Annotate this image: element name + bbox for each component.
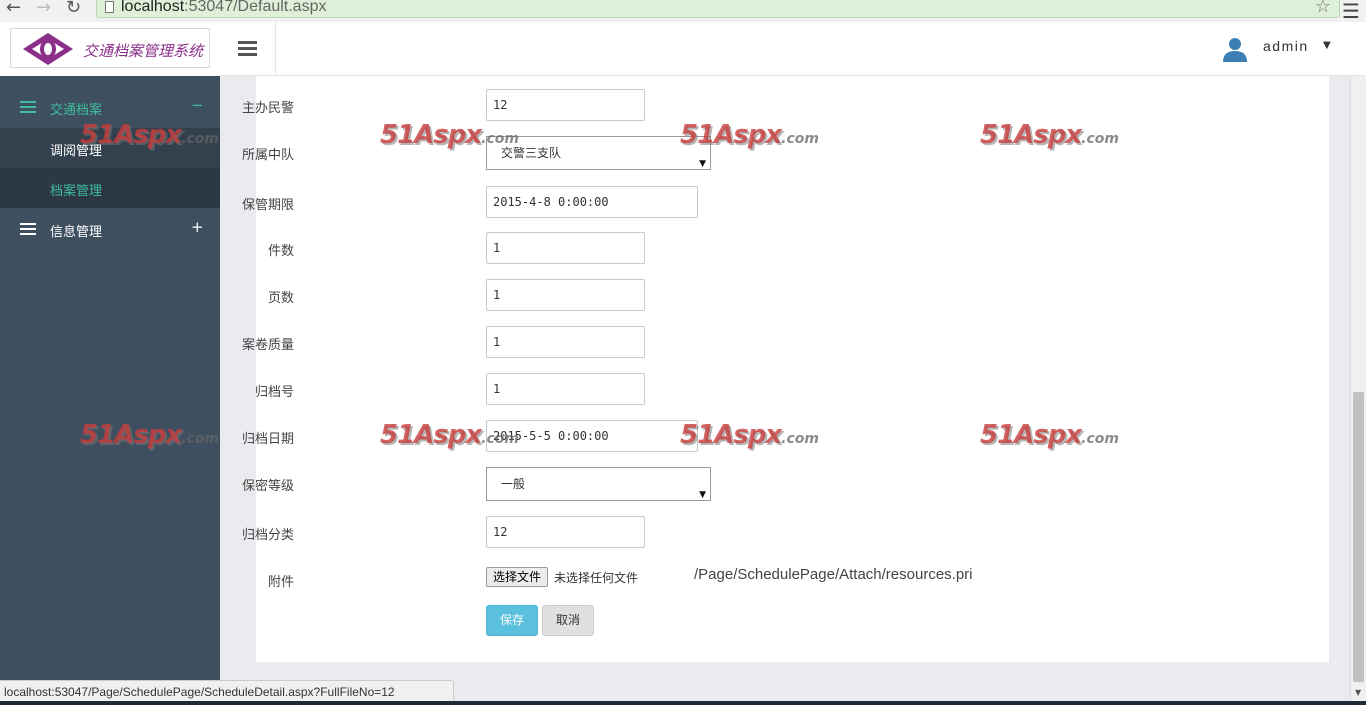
sidebar: 交通档案 − 调阅管理 档案管理 信息管理 + [0,76,220,705]
form-row-security: 保密等级 一般 ▼ [242,467,1156,501]
attachment-path: /Page/SchedulePage/Attach/resources.pri [694,566,973,583]
logo-text: 交通档案管理系统 [83,42,204,60]
sidebar-group-traffic-archive[interactable]: 交通档案 − [0,86,220,128]
form-row-squadron: 所属中队 交警三支队 ▼ [242,136,1156,170]
sidebar-item-label: 调阅管理 [50,144,103,159]
scroll-down-icon[interactable]: ▼ [1355,688,1361,697]
forward-arrow-icon[interactable]: → [36,0,51,18]
logo[interactable]: 交通档案管理系统 [10,28,210,68]
dropdown-arrow-icon: ▼ [699,490,706,500]
user-avatar-icon [1223,38,1247,62]
star-icon[interactable]: ☆ [1315,0,1331,17]
officer-input[interactable]: 12 [486,89,645,121]
list-icon [20,101,36,113]
taskbar [0,701,1366,705]
archive-number-input[interactable]: 1 [486,373,645,405]
url-rest: :53047/Default.aspx [184,0,327,15]
sidebar-item-borrow-management[interactable]: 调阅管理 [0,128,220,168]
form-row-pages: 页数 1 [256,279,1156,313]
page-scrollbar[interactable]: ▼ [1350,76,1366,705]
piece-count-input[interactable]: 1 [486,232,645,264]
choose-file-button[interactable]: 选择文件 [486,567,549,587]
reload-icon[interactable]: ↻ [66,0,81,18]
collapse-icon: − [191,96,204,114]
form-row-count: 件数 1 [256,232,1156,266]
form-row-quality: 案卷质量 1 [242,326,1156,360]
field-label: 归档日期 [241,432,294,447]
expand-icon: + [191,218,204,236]
file-status: 未选择任何文件 [554,571,639,585]
field-label: 保管期限 [241,198,294,213]
browser-status-bar: localhost:53047/Page/SchedulePage/Schedu… [0,680,454,702]
url-host: localhost [121,0,185,15]
sidebar-item-label: 档案管理 [50,184,103,199]
url-text: localhost:53047/Default.aspx [121,0,326,15]
hamburger-bar [238,41,257,44]
hamburger-bar [238,53,257,56]
status-url: localhost:53047/Page/SchedulePage/Schedu… [4,685,395,699]
address-bar[interactable]: localhost:53047/Default.aspx ☆ [96,0,1340,18]
main-content: 主办民警 12 所属中队 交警三支队 ▼ 保管期限 2015-4-8 0:00:… [220,76,1350,705]
user-name: admin [1263,38,1309,54]
hamburger-bar [238,47,257,50]
field-label: 所属中队 [241,148,294,163]
field-label: 保密等级 [241,479,294,494]
scrollbar-thumb[interactable] [1353,392,1364,682]
field-label: 件数 [267,244,294,259]
menu-icon[interactable]: ☰ [1342,0,1360,23]
form-row-retention: 保管期限 2015-4-8 0:00:00 [242,186,1156,220]
archive-date-input[interactable]: 2015-5-5 0:00:00 [486,420,698,452]
squadron-select[interactable]: 交警三支队 ▼ [486,136,711,170]
sidebar-toggle-button[interactable] [220,22,276,76]
form-row-archive-no: 归档号 1 [254,373,1156,407]
select-value: 一般 [501,477,526,491]
logo-mark-icon [23,33,73,65]
field-label: 页数 [267,291,294,306]
form-actions: 保存 取消 [256,605,1156,639]
sidebar-group-label: 交通档案 [50,103,103,118]
list-icon [20,223,36,235]
back-arrow-icon[interactable]: ← [6,0,21,18]
save-button[interactable]: 保存 [486,605,538,636]
page-count-input[interactable]: 1 [486,279,645,311]
form-row-attachment: 附件 选择文件 未选择任何文件 /Page/SchedulePage/Attac… [256,563,1156,597]
page-icon [105,1,114,13]
browser-toolbar: ← → ↻ localhost:53047/Default.aspx ☆ ☰ [0,0,1366,23]
form-row-category: 归档分类 12 [242,516,1156,550]
dropdown-arrow-icon: ▼ [699,159,706,169]
sidebar-group-label: 信息管理 [50,225,103,240]
quality-input[interactable]: 1 [486,326,645,358]
chevron-down-icon: ▼ [1323,40,1331,51]
form-row-officer: 主办民警 12 [242,89,1156,123]
category-input[interactable]: 12 [486,516,645,548]
app-header: 交通档案管理系统 admin ▼ [0,22,1366,76]
form-row-archive-date: 归档日期 2015-5-5 0:00:00 [242,420,1156,454]
field-label: 归档分类 [241,528,294,543]
sidebar-item-archive-management[interactable]: 档案管理 [0,168,220,208]
logo-area: 交通档案管理系统 [0,22,220,76]
retention-date-input[interactable]: 2015-4-8 0:00:00 [486,186,698,218]
sidebar-group-info-management[interactable]: 信息管理 + [0,208,220,250]
field-label: 主办民警 [241,101,294,116]
field-label: 案卷质量 [241,338,294,353]
select-value: 交警三支队 [501,146,562,160]
field-label: 附件 [267,575,294,590]
form-panel: 主办民警 12 所属中队 交警三支队 ▼ 保管期限 2015-4-8 0:00:… [242,76,1329,662]
security-level-select[interactable]: 一般 ▼ [486,467,711,501]
field-label: 归档号 [254,385,294,400]
cancel-button[interactable]: 取消 [542,605,594,636]
